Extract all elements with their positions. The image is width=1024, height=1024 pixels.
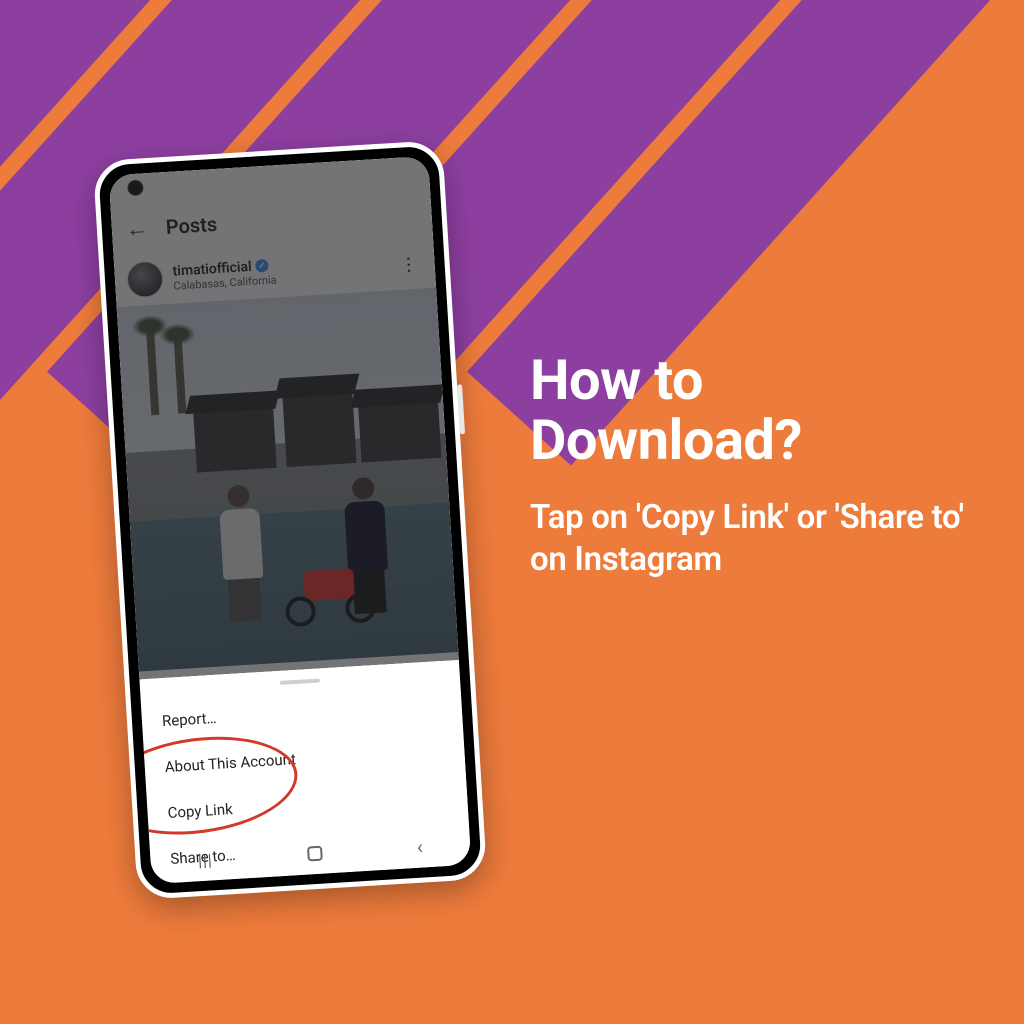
action-sheet: Report… About This Account Copy Link Sha… bbox=[139, 660, 471, 884]
phone-power-button bbox=[457, 384, 465, 434]
phone-mockup: ← Posts timatiofficial ✓ Calabasas, Cali… bbox=[93, 140, 488, 900]
nav-recent-icon[interactable]: ||| bbox=[197, 850, 213, 870]
phone-screen: ← Posts timatiofficial ✓ Calabasas, Cali… bbox=[109, 156, 472, 884]
sheet-drag-handle-icon[interactable] bbox=[280, 678, 320, 684]
nav-home-icon[interactable] bbox=[307, 845, 323, 861]
hero-text-block: How to Download? Tap on 'Copy Link' or '… bbox=[530, 350, 964, 581]
modal-backdrop[interactable] bbox=[109, 156, 459, 680]
screen-content-dimmed: ← Posts timatiofficial ✓ Calabasas, Cali… bbox=[109, 156, 459, 680]
hero-subtitle: Tap on 'Copy Link' or 'Share to' on Inst… bbox=[530, 497, 964, 581]
hero-title: How to Download? bbox=[530, 350, 964, 471]
nav-back-icon[interactable]: ‹ bbox=[416, 835, 423, 859]
